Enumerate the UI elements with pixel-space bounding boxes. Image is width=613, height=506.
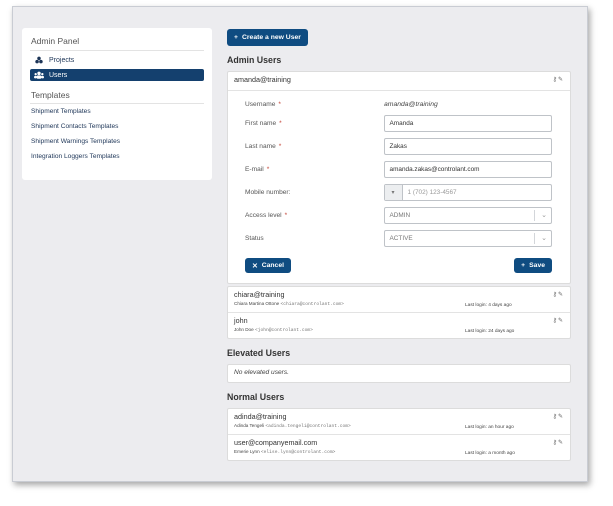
user-name: user@companyemail.com (234, 438, 318, 447)
mobile-label: Mobile number: (245, 189, 291, 196)
plus-icon: + (234, 34, 238, 41)
edit-icon[interactable]: ✎ (558, 414, 564, 420)
close-icon: ✕ (252, 262, 258, 270)
first-name-label: First name * (245, 120, 282, 127)
access-level-label: Access level * (245, 212, 288, 219)
access-level-row: Access level * ADMIN ⌄ (245, 204, 552, 227)
cancel-button[interactable]: ✕ Cancel (245, 258, 291, 273)
form-actions: ✕ Cancel + Save (245, 258, 552, 273)
mobile-row: Mobile number: ▾ 1 (702) 123-4567 (245, 181, 552, 204)
table-row[interactable]: adinda@training Adinda Tengeli <adinda.t… (228, 409, 570, 434)
chevron-down-icon: ⌄ (541, 235, 547, 242)
first-name-field[interactable]: Amanda (383, 115, 552, 132)
edit-icon[interactable]: ✎ (558, 292, 564, 298)
table-row[interactable]: user@companyemail.com Emerie Lynn <elise… (228, 434, 570, 460)
username-value: amanda@training (384, 101, 438, 108)
user-details: Chiara Martina Ottone <chiara@controlant… (234, 301, 344, 307)
create-user-label: Create a new User (241, 34, 301, 41)
users-icon (34, 71, 44, 79)
row-actions: ⚷✎ (553, 291, 564, 298)
sidebar-item-users[interactable]: Users (30, 69, 204, 81)
save-button[interactable]: + Save (514, 258, 552, 273)
status-value: ACTIVE (389, 235, 413, 242)
sidebar-item-label: Users (49, 71, 68, 79)
user-details: John Doe <john@controlant.com> (234, 327, 313, 333)
sidebar-link-integration-loggers-templates[interactable]: Integration Loggers Templates (22, 149, 212, 164)
last-name-label: Last name * (245, 143, 282, 150)
user-name: chiara@training (234, 290, 285, 299)
user-name: adinda@training (234, 412, 287, 421)
sidebar: Admin Panel Projects Users Templates Shi… (22, 28, 212, 180)
table-row[interactable]: chiara@training Chiara Martina Ottone <c… (228, 287, 570, 312)
sidebar-link-shipment-templates[interactable]: Shipment Templates (22, 104, 212, 119)
last-login: Last login: a month ago (465, 451, 515, 456)
last-name-row: Last name * Zakas (245, 135, 552, 158)
row-actions: ⚷✎ (553, 439, 564, 446)
last-login: Last login: 24 days ago (465, 329, 515, 334)
last-login: Last login: 4 days ago (465, 303, 512, 308)
sidebar-item-projects[interactable]: Projects (30, 54, 204, 66)
select-divider (534, 233, 535, 244)
chevron-down-icon: ⌄ (541, 212, 547, 219)
admin-users-list: chiara@training Chiara Martina Ottone <c… (227, 286, 571, 339)
plus-icon: + (521, 262, 526, 269)
first-name-row: First name * Amanda (245, 112, 552, 135)
elevated-users-title: Elevated Users (227, 348, 291, 358)
admin-users-card: amanda@training ⚷✎ Username * amanda@trai… (227, 71, 571, 284)
projects-icon (34, 56, 44, 64)
sidebar-link-shipment-warnings-templates[interactable]: Shipment Warnings Templates (22, 134, 212, 149)
edit-icon[interactable]: ✎ (558, 318, 564, 324)
user-name: john (234, 316, 248, 325)
sidebar-heading-admin-panel: Admin Panel (31, 36, 80, 46)
email-row: E-mail * amanda.zakas@controlant.com (245, 158, 552, 181)
edit-icon[interactable]: ✎ (558, 440, 564, 446)
app-window: Admin Panel Projects Users Templates Shi… (12, 6, 588, 482)
create-user-button[interactable]: + Create a new User (227, 29, 308, 46)
sidebar-item-label: Projects (49, 56, 75, 64)
last-name-field[interactable]: Zakas (383, 138, 552, 155)
status-select[interactable]: ACTIVE ⌄ (383, 230, 552, 247)
row-actions: ⚷✎ (553, 317, 564, 324)
mobile-field[interactable]: ▾ 1 (702) 123-4567 (383, 184, 552, 201)
user-details: Adinda Tengeli <adinda.tengeli@controlan… (234, 423, 351, 429)
access-level-value: ADMIN (389, 212, 411, 219)
main-content: + Create a new User Admin Users amanda@t… (227, 26, 571, 461)
elevated-users-empty: No elevated users. (227, 364, 571, 383)
select-divider (534, 210, 535, 221)
email-field[interactable]: amanda.zakas@controlant.com (383, 161, 552, 178)
user-name: amanda@training (234, 75, 291, 84)
row-actions: ⚷✎ (553, 413, 564, 420)
country-code-icon[interactable]: ▾ (384, 185, 403, 200)
sidebar-link-shipment-contacts-templates[interactable]: Shipment Contacts Templates (22, 119, 212, 134)
username-label: Username * (245, 101, 281, 108)
row-actions: ⚷✎ (553, 76, 564, 83)
divider (30, 50, 204, 51)
username-row: Username * amanda@training (245, 97, 552, 112)
normal-users-title: Normal Users (227, 392, 285, 402)
save-label: Save (529, 262, 545, 269)
cancel-label: Cancel (261, 262, 284, 269)
sidebar-heading-templates: Templates (31, 90, 70, 100)
table-row[interactable]: john John Doe <john@controlant.com> Last… (228, 312, 570, 338)
email-label: E-mail * (245, 166, 270, 173)
normal-users-list: adinda@training Adinda Tengeli <adinda.t… (227, 408, 571, 461)
user-row-editing[interactable]: amanda@training ⚷✎ (228, 72, 570, 91)
admin-users-title: Admin Users (227, 55, 282, 65)
user-edit-form: Username * amanda@training First name * Am… (228, 91, 570, 283)
last-login: Last login: an hour ago (465, 425, 514, 430)
edit-icon[interactable]: ✎ (558, 77, 564, 83)
access-level-select[interactable]: ADMIN ⌄ (383, 207, 552, 224)
status-label: Status (245, 235, 264, 242)
mobile-placeholder: 1 (702) 123-4567 (407, 189, 457, 196)
status-row: Status ACTIVE ⌄ (245, 227, 552, 250)
